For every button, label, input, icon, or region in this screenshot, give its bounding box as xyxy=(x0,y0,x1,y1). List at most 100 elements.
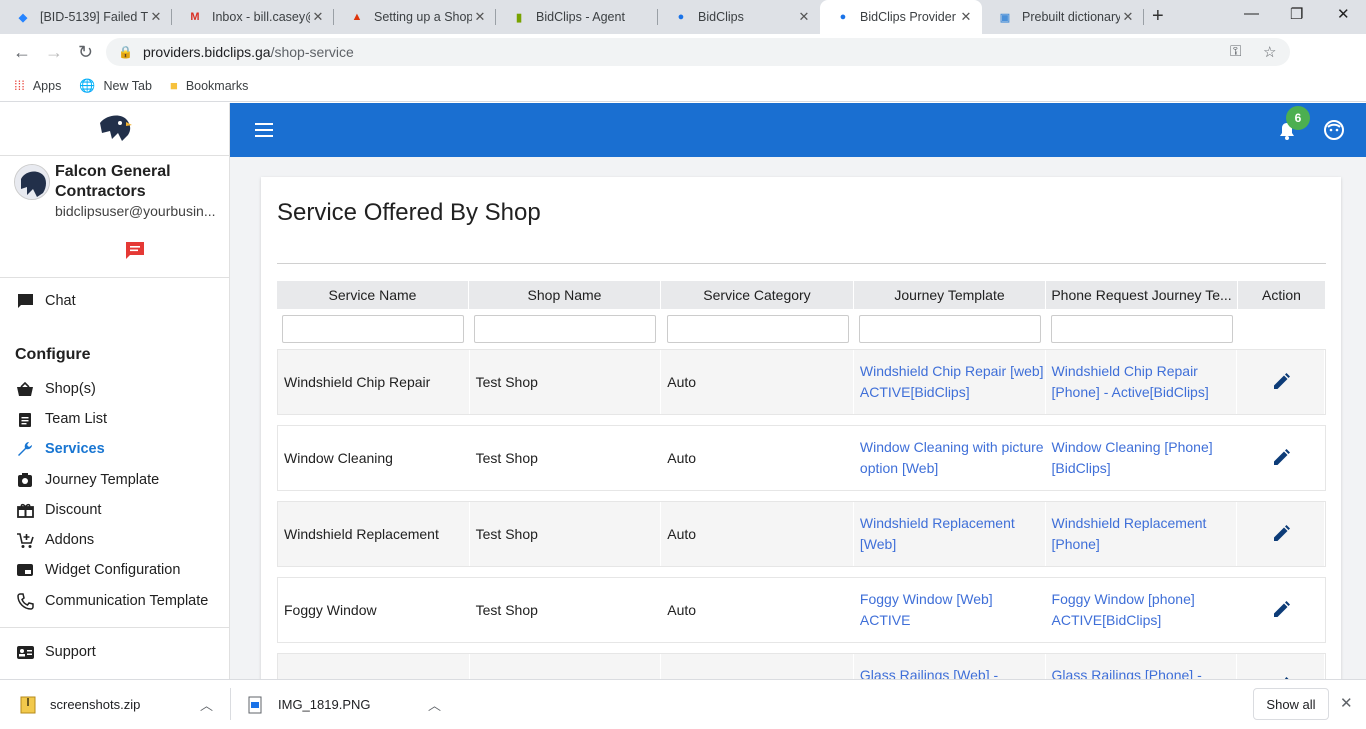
phone-icon xyxy=(15,592,35,610)
user-face-icon[interactable] xyxy=(1324,120,1344,140)
sidebar-divider xyxy=(0,627,230,628)
sidebar-item-widget-configuration[interactable]: Widget Configuration xyxy=(0,555,230,585)
cell-category: Auto xyxy=(661,426,854,490)
hamburger-menu-icon[interactable] xyxy=(255,123,273,137)
window-close-icon[interactable]: ✕ xyxy=(1337,5,1350,23)
bookmarks-bar: ⁞⁞⁞ Apps 🌐 New Tab ■ Bookmarks xyxy=(0,70,1366,102)
edit-button[interactable] xyxy=(1237,578,1326,642)
filter-journey-template-input[interactable] xyxy=(859,315,1041,343)
journey-template-link[interactable]: Foggy Window [Web] ACTIVE xyxy=(854,578,1046,642)
edit-button[interactable] xyxy=(1237,426,1326,490)
cell-service-name: Window Cleaning xyxy=(278,426,470,490)
filter-phone-journey-input[interactable] xyxy=(1051,315,1233,343)
edit-button[interactable] xyxy=(1237,502,1326,566)
download-item[interactable]: screenshots.zip ︿ xyxy=(20,680,220,729)
bookmark-folder[interactable]: ■ Bookmarks xyxy=(170,78,248,93)
edit-button[interactable] xyxy=(1237,350,1326,414)
table-row: Windshield Chip Repair Test Shop Auto Wi… xyxy=(277,349,1326,415)
tab-title: BidClips Provider P xyxy=(860,10,958,24)
edit-button[interactable] xyxy=(1237,654,1326,679)
avatar[interactable] xyxy=(14,164,50,200)
sidebar-item-shops[interactable]: Shop(s) xyxy=(0,374,230,404)
chat-bubble-icon[interactable] xyxy=(124,240,146,265)
pencil-icon xyxy=(1273,373,1290,389)
logo[interactable] xyxy=(0,103,229,156)
close-tab-icon[interactable]: ✕ xyxy=(1120,9,1136,25)
folder-icon: ■ xyxy=(169,78,178,93)
column-header-shop-name[interactable]: Shop Name xyxy=(469,281,661,309)
app-header: 6 xyxy=(230,103,1366,157)
apps-grid-icon: ⁞⁞⁞ xyxy=(14,78,25,93)
table-row: Foggy Window Test Shop Auto Foggy Window… xyxy=(277,577,1326,643)
new-tab-icon[interactable]: + xyxy=(1152,5,1164,28)
forward-icon[interactable]: → xyxy=(45,42,63,63)
close-tab-icon[interactable]: ✕ xyxy=(958,9,974,25)
browser-tab[interactable]: ▮ BidClips - Agent xyxy=(496,0,658,34)
column-header-journey-template[interactable]: Journey Template xyxy=(854,281,1046,309)
journey-template-link[interactable]: Windshield Replacement [Web] xyxy=(854,502,1046,566)
bidclips-icon: ● xyxy=(839,11,847,23)
close-tab-icon[interactable]: ✕ xyxy=(472,9,488,25)
phone-journey-link[interactable]: Glass Railings [Phone] - ACTIVE[BidClips… xyxy=(1046,654,1238,679)
cell-shop-name: Test Shop xyxy=(470,502,662,566)
back-icon[interactable]: ← xyxy=(13,42,31,63)
reload-icon[interactable]: ↻ xyxy=(78,42,93,63)
filter-service-category-input[interactable] xyxy=(666,315,849,343)
phone-journey-link[interactable]: Windshield Replacement [Phone] xyxy=(1046,502,1238,566)
jira-icon: ◆ xyxy=(18,11,28,24)
browser-tab[interactable]: ▣ Prebuilt dictionary ✕ xyxy=(982,0,1144,34)
sidebar-item-support[interactable]: Support xyxy=(0,637,230,667)
sidebar: Falcon General Contractors bidclipsuser@… xyxy=(0,103,230,679)
close-tab-icon[interactable]: ✕ xyxy=(796,9,812,25)
star-icon[interactable]: ☆ xyxy=(1263,43,1276,61)
browser-tab[interactable]: ● BidClips ✕ xyxy=(658,0,820,34)
journey-template-link[interactable]: Window Cleaning with picture option [Web… xyxy=(854,426,1046,490)
sidebar-item-team-list[interactable]: Team List xyxy=(0,404,230,434)
main-content: Service Offered By Shop Service Name Sho… xyxy=(230,157,1366,679)
bookmark-new-tab[interactable]: 🌐 New Tab xyxy=(79,78,152,94)
maximize-icon[interactable]: ❐ xyxy=(1290,5,1303,23)
falcon-avatar-icon xyxy=(15,165,49,199)
minimize-icon[interactable]: — xyxy=(1244,5,1259,22)
cell-category: Auto xyxy=(661,350,854,414)
cell-service-name: Foggy Window xyxy=(278,578,470,642)
journey-template-link[interactable]: Glass Railings [Web] - ACTIVE[BidClips] xyxy=(854,654,1046,679)
url-input[interactable]: 🔒 providers.bidclips.ga/shop-service ⚿ ☆ xyxy=(106,38,1290,66)
cell-shop-name: Test Shop xyxy=(470,578,662,642)
sidebar-item-discount[interactable]: Discount xyxy=(0,495,230,525)
browser-tab[interactable]: ▲ Setting up a Shop ✕ xyxy=(334,0,496,34)
close-tab-icon[interactable]: ✕ xyxy=(310,9,326,25)
bookmark-apps[interactable]: ⁞⁞⁞ Apps xyxy=(14,78,61,93)
gmail-icon: M xyxy=(190,11,200,23)
phone-journey-link[interactable]: Windshield Chip Repair [Phone] - Active[… xyxy=(1046,350,1238,414)
close-downloads-icon[interactable]: ✕ xyxy=(1340,694,1353,712)
cell-shop-name: Test Shop xyxy=(470,654,662,679)
sidebar-item-communication-template[interactable]: Communication Template xyxy=(0,586,230,616)
sidebar-item-services[interactable]: Services xyxy=(0,434,230,464)
browser-tab[interactable]: ◆ [BID-5139] Failed T ✕ xyxy=(0,0,172,34)
browser-tab-active[interactable]: ● BidClips Provider P ✕ xyxy=(820,0,982,34)
column-header-phone-journey-template[interactable]: Phone Request Journey Te... xyxy=(1046,281,1238,309)
column-header-service-name[interactable]: Service Name xyxy=(277,281,469,309)
phone-journey-link[interactable]: Foggy Window [phone] ACTIVE[BidClips] xyxy=(1046,578,1238,642)
download-item[interactable]: IMG_1819.PNG ︿ xyxy=(248,680,448,729)
notification-badge: 6 xyxy=(1286,106,1310,130)
cell-category: Auto xyxy=(661,502,854,566)
chevron-up-icon[interactable]: ︿ xyxy=(428,695,441,714)
close-tab-icon[interactable]: ✕ xyxy=(148,9,164,25)
show-all-button[interactable]: Show all xyxy=(1253,688,1329,720)
sidebar-item-chat[interactable]: Chat xyxy=(0,286,230,316)
browser-tab[interactable]: M Inbox - bill.casey@ ✕ xyxy=(172,0,334,34)
column-header-service-category[interactable]: Service Category xyxy=(661,281,854,309)
key-icon[interactable]: ⚿ xyxy=(1230,43,1241,60)
tab-title: Inbox - bill.casey@ xyxy=(212,10,310,24)
journey-template-link[interactable]: Windshield Chip Repair [web] ACTIVE[BidC… xyxy=(854,350,1046,414)
phone-journey-link[interactable]: Window Cleaning [Phone] [BidClips] xyxy=(1046,426,1238,490)
company-name: Falcon General Contractors xyxy=(55,163,171,200)
cart-plus-icon xyxy=(15,532,35,549)
sidebar-item-addons[interactable]: Addons xyxy=(0,525,230,555)
filter-shop-name-input[interactable] xyxy=(474,315,656,343)
sidebar-item-journey-template[interactable]: Journey Template xyxy=(0,465,230,495)
chevron-up-icon[interactable]: ︿ xyxy=(200,695,213,714)
filter-service-name-input[interactable] xyxy=(282,315,464,343)
